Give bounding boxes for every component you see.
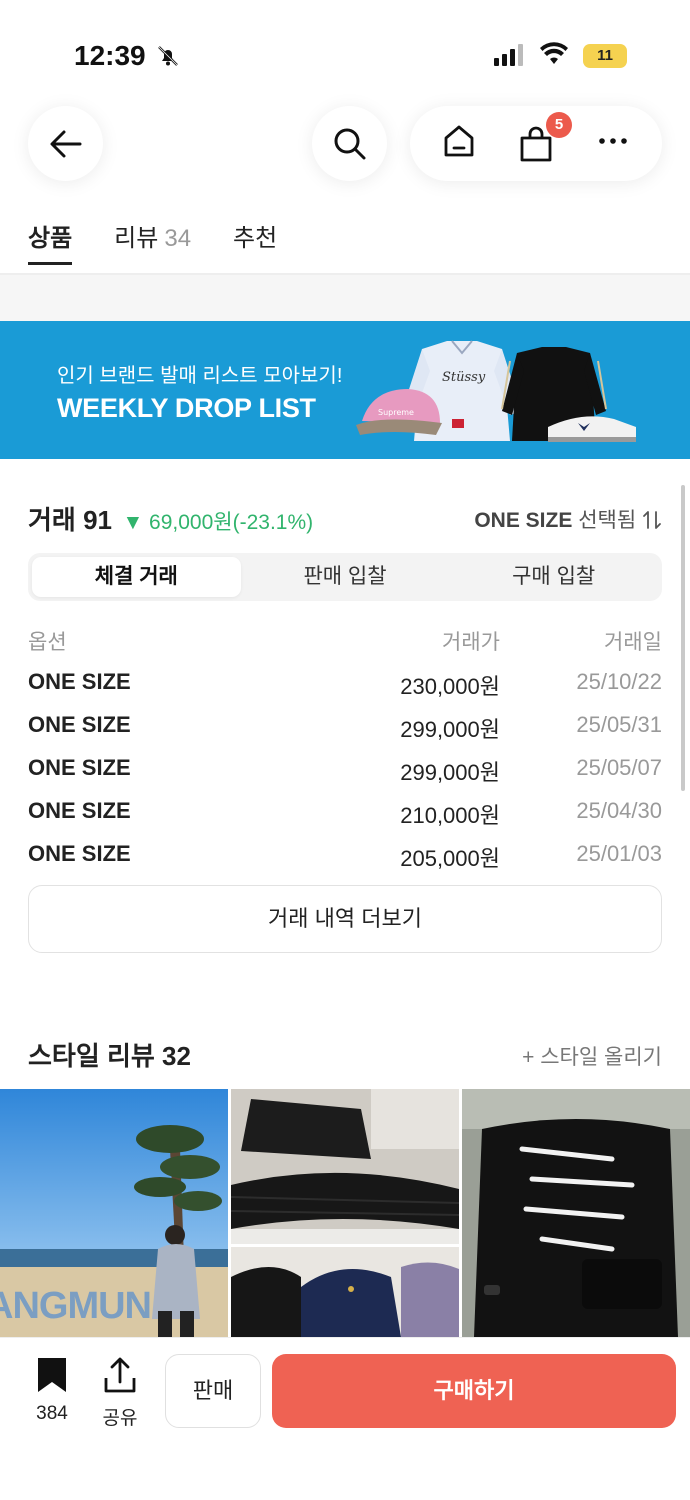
style-photo[interactable]: ANGMUN — [0, 1089, 228, 1337]
selected-size: ONE SIZE — [474, 509, 573, 532]
cart-count-badge: 5 — [545, 111, 572, 138]
tab-reviews[interactable]: 리뷰 34 — [114, 218, 191, 253]
style-photo-grid: ANGMUN — [0, 1089, 690, 1337]
clipped-heading — [28, 275, 114, 285]
header-option: 옵션 — [28, 631, 67, 654]
share-label: 공유 — [102, 1408, 138, 1429]
bookmark-icon — [38, 1358, 66, 1392]
tab-product[interactable]: 상품 — [28, 218, 73, 265]
trade-history-more-button[interactable]: 거래 내역 더보기 — [28, 885, 662, 953]
scrollbar[interactable] — [681, 485, 685, 791]
segment-completed[interactable]: 체결 거래 — [32, 557, 241, 597]
product-tabs: 상품 리뷰 34 추천 — [28, 218, 277, 265]
table-row: ONE SIZE 230,000원 25/10/22 — [28, 663, 662, 706]
row-price: 210,000원 — [400, 803, 500, 828]
row-option: ONE SIZE — [28, 841, 131, 866]
tab-count: 34 — [164, 225, 192, 252]
caps-photo — [231, 1247, 459, 1337]
photo-overlay-text: ANGMUN — [0, 1285, 152, 1327]
row-price: 205,000원 — [400, 846, 500, 871]
row-date: 25/04/30 — [576, 798, 662, 823]
segment-buy-bids[interactable]: 구매 입찰 — [449, 557, 658, 597]
row-date: 25/10/22 — [576, 669, 662, 694]
home-button[interactable] — [441, 123, 477, 164]
share-icon — [104, 1357, 136, 1393]
table-row: ONE SIZE 299,000원 25/05/31 — [28, 706, 662, 749]
row-price: 299,000원 — [400, 760, 500, 785]
row-date: 25/05/07 — [576, 755, 662, 780]
arrow-left-icon — [50, 130, 81, 157]
clipped-link — [550, 275, 660, 281]
more-menu-button[interactable] — [595, 123, 631, 164]
banner-subtitle: 인기 브랜드 발매 리스트 모아보기! — [57, 365, 343, 387]
bookmark-count: 384 — [36, 1403, 68, 1424]
style-review-header: 스타일 리뷰 32 + 스타일 올리기 — [28, 1036, 662, 1073]
nav-action-group: 5 — [410, 106, 662, 181]
header-price: 거래가 — [442, 631, 500, 654]
previous-section-remnant — [0, 275, 690, 321]
row-option: ONE SIZE — [28, 798, 131, 823]
trade-count-title: 거래 91 — [28, 505, 112, 535]
tab-recommend[interactable]: 추천 — [233, 218, 277, 253]
tab-label: 리뷰 — [114, 225, 159, 252]
header-date: 거래일 — [604, 631, 662, 654]
bag-photo — [231, 1089, 459, 1244]
cart-button[interactable]: 5 — [516, 111, 572, 164]
trade-table: 옵션 거래가 거래일 ONE SIZE 230,000원 25/10/22 ON… — [28, 620, 662, 878]
row-option: ONE SIZE — [28, 669, 131, 694]
upload-style-link[interactable]: + 스타일 올리기 — [522, 1041, 662, 1071]
banner-products-illustration: Stüssy Supreme — [356, 340, 636, 442]
svg-text:Stüssy: Stüssy — [442, 370, 486, 385]
wifi-icon — [540, 42, 568, 71]
style-photo[interactable] — [231, 1247, 459, 1337]
row-option: ONE SIZE — [28, 712, 131, 737]
price-change: ▼ 69,000원(-23.1%) — [122, 511, 314, 534]
tab-label: 상품 — [28, 225, 73, 252]
sell-button[interactable]: 판매 — [165, 1354, 261, 1428]
status-time: 12:39 — [74, 40, 146, 71]
status-bar: 12:39 11 — [0, 0, 690, 90]
bell-muted-icon — [156, 44, 180, 73]
row-price: 230,000원 — [400, 674, 500, 699]
sort-arrows-icon — [643, 511, 661, 529]
share-button[interactable]: 공유 — [100, 1356, 140, 1430]
battery-icon: 11 — [583, 44, 627, 68]
banner-title: WEEKLY DROP LIST — [57, 393, 316, 423]
svg-text:Supreme: Supreme — [378, 408, 414, 417]
more-horizontal-icon — [598, 138, 627, 144]
cellular-signal-icon — [494, 44, 524, 71]
search-button[interactable] — [312, 106, 387, 181]
home-icon — [444, 125, 474, 157]
style-photo[interactable] — [231, 1089, 459, 1244]
tee-photo — [462, 1089, 690, 1337]
search-icon — [334, 128, 365, 159]
table-header: 옵션 거래가 거래일 — [28, 620, 662, 663]
segment-sell-bids[interactable]: 판매 입찰 — [241, 557, 450, 597]
style-review-title: 스타일 리뷰 32 — [28, 1041, 191, 1071]
table-row: ONE SIZE 299,000원 25/05/07 — [28, 749, 662, 792]
trade-summary: 거래 91 ▼ 69,000원(-23.1%) ONE SIZE 선택됨 — [28, 500, 662, 535]
weekly-drop-banner[interactable]: 인기 브랜드 발매 리스트 모아보기! WEEKLY DROP LIST Stü… — [0, 321, 690, 459]
buy-button[interactable]: 구매하기 — [272, 1354, 676, 1428]
row-date: 25/05/31 — [576, 712, 662, 737]
bottom-action-bar: 384 공유 판매 구매하기 — [0, 1337, 690, 1500]
row-price: 299,000원 — [400, 717, 500, 742]
row-date: 25/01/03 — [576, 841, 662, 866]
row-option: ONE SIZE — [28, 755, 131, 780]
table-row: ONE SIZE 210,000원 25/04/30 — [28, 792, 662, 835]
selected-suffix: 선택됨 — [578, 509, 637, 532]
table-row: ONE SIZE 205,000원 25/01/03 — [28, 835, 662, 878]
style-photo[interactable] — [462, 1089, 690, 1337]
back-button[interactable] — [28, 106, 103, 181]
bookmark-button[interactable]: 384 — [30, 1356, 74, 1425]
tab-label: 추천 — [233, 225, 278, 252]
trade-segment-control: 체결 거래 판매 입찰 구매 입찰 — [28, 553, 662, 601]
size-selector[interactable]: ONE SIZE 선택됨 — [474, 504, 662, 534]
